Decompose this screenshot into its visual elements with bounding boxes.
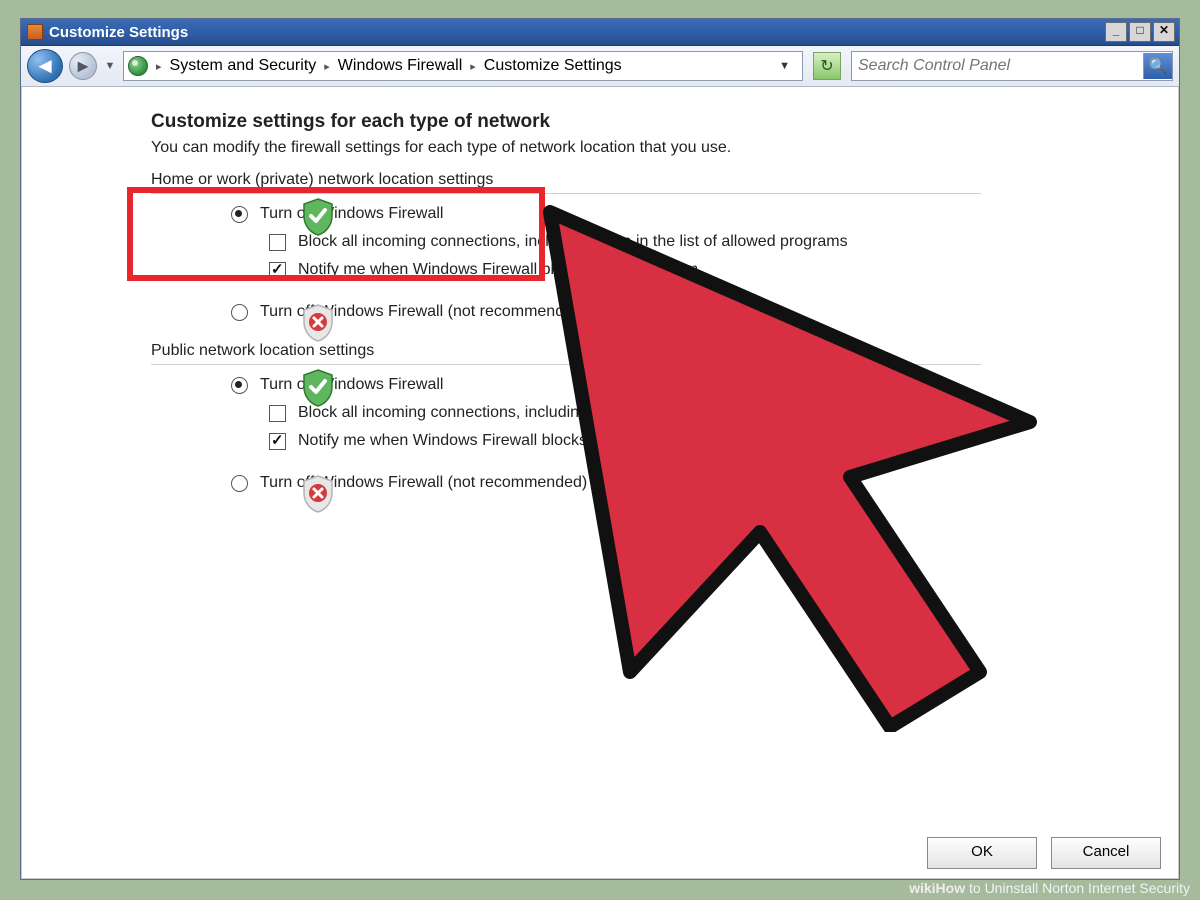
chevron-right-icon: ▸ (468, 60, 478, 73)
radio-private-on[interactable] (231, 206, 248, 223)
breadcrumb-item[interactable]: System and Security (164, 57, 323, 75)
checkbox-private-notify-label: Notify me when Windows Firewall blocks a… (298, 260, 698, 280)
address-bar[interactable]: ▸ System and Security ▸ Windows Firewall… (123, 51, 803, 81)
section-public: Turn on Windows Firewall Block all incom… (151, 365, 1155, 503)
shield-on-icon (301, 369, 335, 407)
checkbox-public-block-label: Block all incoming connections, includin… (298, 403, 699, 423)
shield-off-icon (301, 475, 335, 513)
search-input[interactable] (852, 57, 1143, 75)
search-box: 🔍 (851, 51, 1173, 81)
chevron-down-icon[interactable]: ▼ (771, 60, 798, 72)
wikihow-brand: wikiHow (909, 880, 965, 896)
refresh-button[interactable]: ↻ (813, 52, 841, 80)
minimize-button[interactable]: _ (1105, 22, 1127, 42)
checkbox-private-block[interactable] (269, 234, 286, 251)
checkbox-public-block[interactable] (269, 405, 286, 422)
firewall-app-icon (27, 24, 43, 40)
window-title: Customize Settings (49, 24, 1103, 41)
refresh-icon: ↻ (820, 56, 833, 76)
nav-forward-button[interactable]: ► (69, 52, 97, 80)
radio-public-on-label: Turn on Windows Firewall (260, 375, 443, 395)
window-frame: Customize Settings _ □ ✕ ◄ ► ▼ ▸ System … (20, 18, 1180, 880)
shield-off-icon (301, 304, 335, 342)
checkbox-private-notify[interactable] (269, 262, 286, 279)
nav-history-dropdown[interactable]: ▼ (103, 60, 117, 72)
breadcrumb-item[interactable]: Customize Settings (478, 57, 628, 75)
page-heading: Customize settings for each type of netw… (151, 111, 1155, 133)
control-panel-icon (128, 56, 148, 76)
section-public-label: Public network location settings (151, 342, 981, 365)
checkbox-public-notify-label: Notify me when Windows Firewall blocks a… (298, 431, 698, 451)
content-area: Customize settings for each type of netw… (21, 87, 1179, 835)
cancel-button[interactable]: Cancel (1051, 837, 1161, 869)
maximize-button[interactable]: □ (1129, 22, 1151, 42)
wikihow-caption: wikiHow to Uninstall Norton Internet Sec… (0, 876, 1200, 900)
chevron-right-icon: ▸ (154, 60, 164, 73)
section-private: Turn on Windows Firewall Block all incom… (151, 194, 1155, 332)
arrow-left-icon: ◄ (34, 53, 56, 79)
radio-public-on[interactable] (231, 377, 248, 394)
dialog-button-bar: OK Cancel (927, 837, 1161, 869)
shield-on-icon (301, 198, 335, 236)
titlebar: Customize Settings _ □ ✕ (21, 19, 1179, 46)
wikihow-caption-text: to Uninstall Norton Internet Security (965, 880, 1190, 896)
search-icon: 🔍 (1149, 57, 1168, 75)
close-button[interactable]: ✕ (1153, 22, 1175, 42)
chevron-right-icon: ▸ (322, 60, 332, 73)
radio-public-off[interactable] (231, 475, 248, 492)
section-private-label: Home or work (private) network location … (151, 171, 981, 194)
breadcrumb-item[interactable]: Windows Firewall (332, 57, 468, 75)
nav-back-button[interactable]: ◄ (27, 49, 63, 83)
checkbox-private-block-label: Block all incoming connections, includin… (298, 232, 848, 252)
radio-private-off[interactable] (231, 304, 248, 321)
page-subtext: You can modify the firewall settings for… (151, 139, 1155, 157)
ok-button[interactable]: OK (927, 837, 1037, 869)
checkbox-public-notify[interactable] (269, 433, 286, 450)
search-button[interactable]: 🔍 (1143, 53, 1172, 79)
breadcrumb: ▸ System and Security ▸ Windows Firewall… (154, 57, 771, 75)
radio-private-on-label: Turn on Windows Firewall (260, 204, 443, 224)
navigation-bar: ◄ ► ▼ ▸ System and Security ▸ Windows Fi… (21, 46, 1179, 87)
arrow-right-icon: ► (74, 56, 92, 77)
